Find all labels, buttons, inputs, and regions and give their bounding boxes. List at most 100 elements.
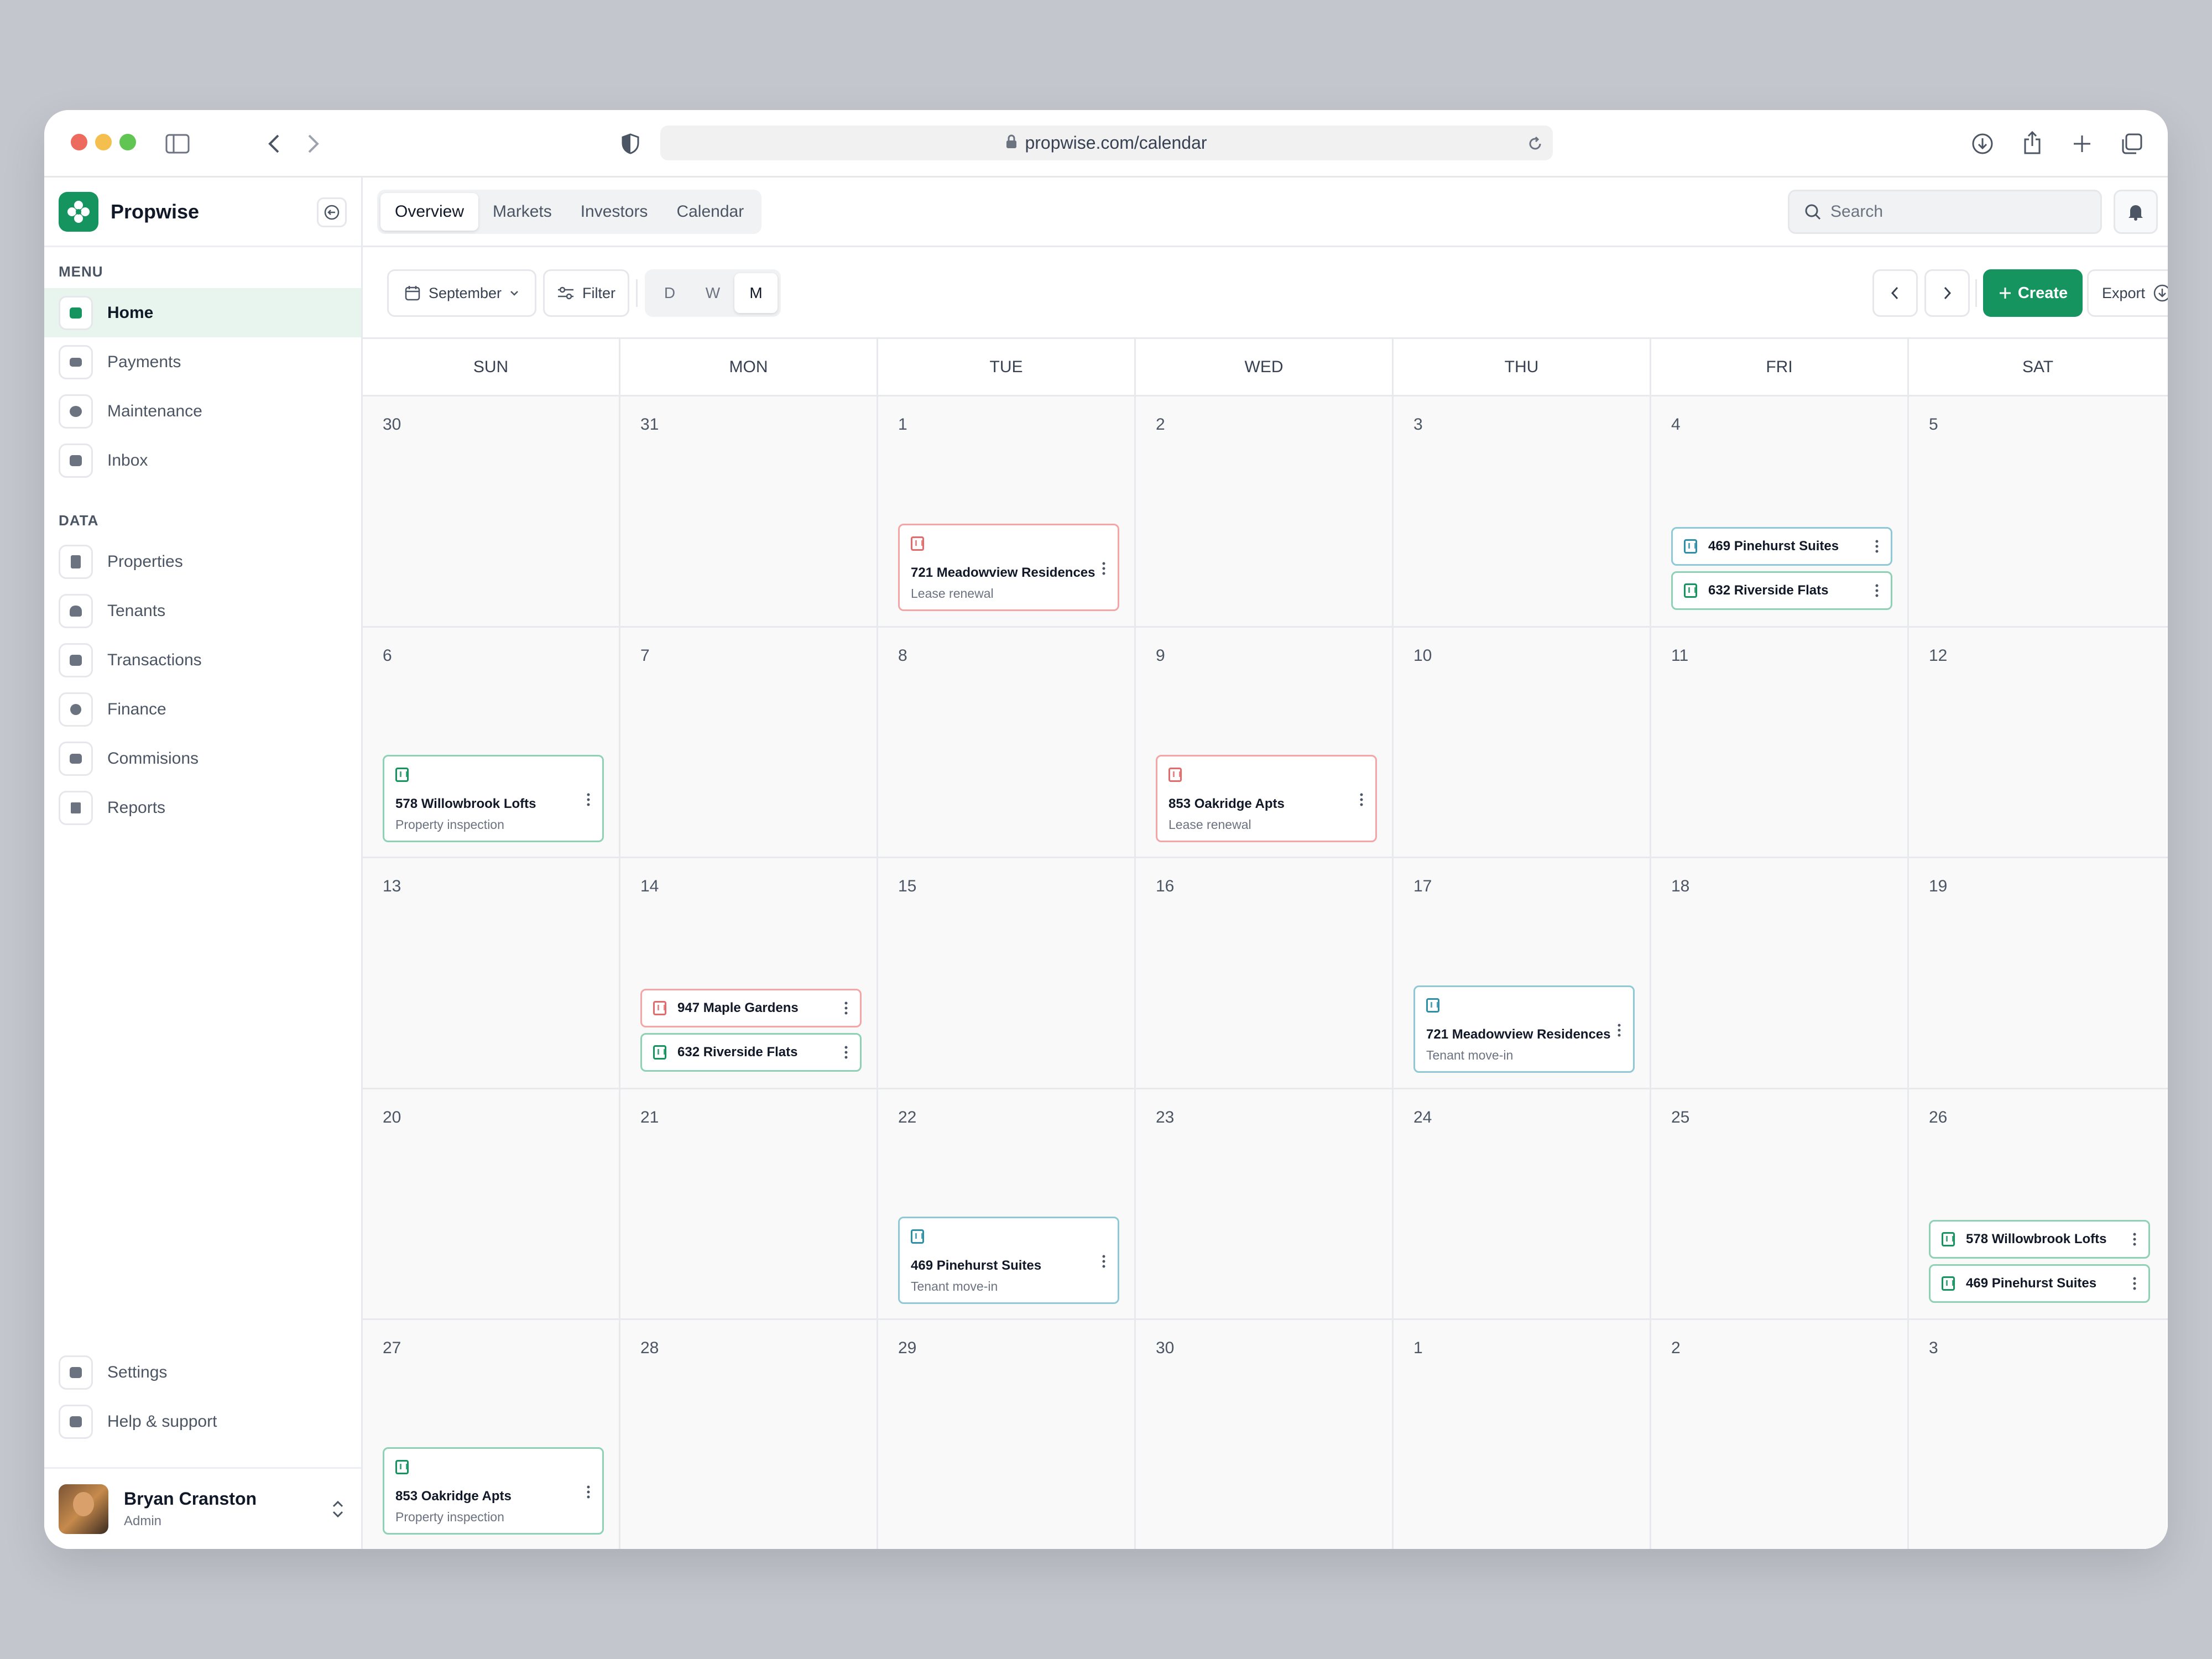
- calendar-day-cell[interactable]: 19: [1909, 858, 2167, 1088]
- collapse-sidebar-button[interactable]: [317, 197, 347, 227]
- export-button[interactable]: Export: [2087, 269, 2168, 317]
- view-day-button[interactable]: D: [648, 273, 691, 313]
- calendar-day-cell[interactable]: 14 947 Maple Gardens 632 Riverside Flats: [620, 858, 878, 1088]
- view-week-button[interactable]: W: [691, 273, 734, 313]
- sidebar-item-properties[interactable]: Properties: [44, 537, 361, 586]
- search-input[interactable]: Search: [1788, 190, 2102, 234]
- filter-button[interactable]: Filter: [543, 269, 629, 317]
- calendar-day-cell[interactable]: 28: [620, 1320, 878, 1549]
- calendar-day-cell[interactable]: 17 721 Meadowview Residences Tenant move-i…: [1394, 858, 1651, 1088]
- more-vertical-icon[interactable]: [844, 1001, 848, 1015]
- next-month-button[interactable]: [1924, 269, 1970, 317]
- calendar-day-cell[interactable]: 23: [1136, 1089, 1394, 1319]
- calendar-day-cell[interactable]: 7: [620, 627, 878, 857]
- more-vertical-icon[interactable]: [844, 1046, 848, 1059]
- event-card[interactable]: 721 Meadowview Residences Lease renewal: [898, 524, 1119, 611]
- calendar-day-cell[interactable]: 10: [1394, 627, 1651, 857]
- sidebar-item-finance[interactable]: Finance: [44, 685, 361, 734]
- sidebar-item-settings[interactable]: Settings: [44, 1348, 361, 1397]
- calendar-day-cell[interactable]: 27 853 Oakridge Apts Property inspection: [363, 1320, 620, 1549]
- month-select[interactable]: September: [387, 269, 536, 317]
- forward-icon[interactable]: [301, 131, 326, 156]
- download-icon[interactable]: [1970, 131, 1995, 156]
- calendar-day-cell[interactable]: 4 469 Pinehurst Suites 632 Riverside Flats: [1651, 397, 1909, 626]
- tab-markets[interactable]: Markets: [478, 193, 566, 231]
- calendar-day-cell[interactable]: 18: [1651, 858, 1909, 1088]
- reload-icon[interactable]: [1527, 135, 1543, 156]
- address-bar[interactable]: propwise.com/calendar: [660, 126, 1553, 160]
- calendar-day-cell[interactable]: 8: [878, 627, 1136, 857]
- event-card[interactable]: 853 Oakridge Apts Property inspection: [383, 1447, 604, 1535]
- view-month-button[interactable]: M: [734, 273, 778, 313]
- more-vertical-icon[interactable]: [1618, 1024, 1621, 1037]
- sidebar-item-inbox[interactable]: Inbox: [44, 436, 361, 485]
- calendar-day-cell[interactable]: 11: [1651, 627, 1909, 857]
- event-card[interactable]: 469 Pinehurst Suites: [1671, 527, 1892, 566]
- calendar-day-cell[interactable]: 26 578 Willowbrook Lofts 469 Pinehurst Sui…: [1909, 1089, 2167, 1319]
- user-profile[interactable]: Bryan Cranston Admin: [44, 1467, 361, 1549]
- calendar-day-cell[interactable]: 24: [1394, 1089, 1651, 1319]
- calendar-day-cell[interactable]: 12: [1909, 627, 2167, 857]
- back-icon[interactable]: [261, 131, 286, 156]
- tab-calendar[interactable]: Calendar: [662, 193, 758, 231]
- calendar-day-cell[interactable]: 9 853 Oakridge Apts Lease renewal: [1136, 627, 1394, 857]
- close-window-button[interactable]: [71, 134, 87, 150]
- calendar-day-cell[interactable]: 6 578 Willowbrook Lofts Property inspectio…: [363, 627, 620, 857]
- calendar-day-cell[interactable]: 5: [1909, 397, 2167, 626]
- tab-overview[interactable]: Overview: [380, 193, 479, 231]
- sidebar-item-commisions[interactable]: Commisions: [44, 734, 361, 783]
- calendar-day-cell[interactable]: 29: [878, 1320, 1136, 1549]
- calendar-day-cell[interactable]: 25: [1651, 1089, 1909, 1319]
- notifications-button[interactable]: [2114, 190, 2158, 234]
- sidebar-item-maintenance[interactable]: Maintenance: [44, 387, 361, 436]
- more-vertical-icon[interactable]: [1102, 562, 1105, 575]
- sidebar-item-payments[interactable]: Payments: [44, 337, 361, 387]
- more-vertical-icon[interactable]: [2133, 1233, 2136, 1246]
- event-card[interactable]: 632 Riverside Flats: [640, 1033, 862, 1072]
- calendar-day-cell[interactable]: 15: [878, 858, 1136, 1088]
- more-vertical-icon[interactable]: [587, 1485, 590, 1499]
- calendar-day-cell[interactable]: 21: [620, 1089, 878, 1319]
- sidebar-item-help[interactable]: Help & support: [44, 1397, 361, 1446]
- calendar-day-cell[interactable]: 22 469 Pinehurst Suites Tenant move-in: [878, 1089, 1136, 1319]
- calendar-day-cell[interactable]: 1: [1394, 1320, 1651, 1549]
- sidebar-item-transactions[interactable]: Transactions: [44, 635, 361, 685]
- event-card[interactable]: 853 Oakridge Apts Lease renewal: [1156, 754, 1377, 842]
- more-vertical-icon[interactable]: [2133, 1277, 2136, 1290]
- calendar-day-cell[interactable]: 13: [363, 858, 620, 1088]
- more-vertical-icon[interactable]: [1875, 584, 1879, 597]
- calendar-day-cell[interactable]: 30: [1136, 1320, 1394, 1549]
- calendar-day-cell[interactable]: 31: [620, 397, 878, 626]
- tab-investors[interactable]: Investors: [566, 193, 662, 231]
- more-vertical-icon[interactable]: [1102, 1255, 1105, 1268]
- sidebar-item-home[interactable]: Home: [44, 288, 361, 337]
- event-card[interactable]: 947 Maple Gardens: [640, 989, 862, 1028]
- calendar-day-cell[interactable]: 16: [1136, 858, 1394, 1088]
- calendar-day-cell[interactable]: 2: [1651, 1320, 1909, 1549]
- share-icon[interactable]: [2020, 129, 2045, 156]
- sidebar-item-tenants[interactable]: Tenants: [44, 586, 361, 635]
- event-card[interactable]: 632 Riverside Flats: [1671, 571, 1892, 610]
- calendar-day-cell[interactable]: 20: [363, 1089, 620, 1319]
- prev-month-button[interactable]: [1872, 269, 1918, 317]
- minimize-window-button[interactable]: [95, 134, 112, 150]
- calendar-day-cell[interactable]: 3: [1394, 397, 1651, 626]
- event-card[interactable]: 469 Pinehurst Suites Tenant move-in: [898, 1216, 1119, 1304]
- more-vertical-icon[interactable]: [587, 793, 590, 806]
- event-card[interactable]: 578 Willowbrook Lofts: [1929, 1219, 2150, 1259]
- more-vertical-icon[interactable]: [1360, 793, 1363, 806]
- new-tab-icon[interactable]: [2069, 131, 2095, 156]
- event-card[interactable]: 469 Pinehurst Suites: [1929, 1264, 2150, 1303]
- maximize-window-button[interactable]: [119, 134, 136, 150]
- create-button[interactable]: Create: [1983, 269, 2083, 317]
- sidebar-toggle-icon[interactable]: [165, 131, 190, 156]
- event-card[interactable]: 578 Willowbrook Lofts Property inspection: [383, 754, 604, 842]
- shield-icon[interactable]: [618, 131, 643, 156]
- tab-overview-icon[interactable]: [2119, 131, 2145, 156]
- sidebar-item-reports[interactable]: Reports: [44, 783, 361, 832]
- more-vertical-icon[interactable]: [1875, 540, 1879, 553]
- calendar-day-cell[interactable]: 1 721 Meadowview Residences Lease renewal: [878, 397, 1136, 626]
- event-card[interactable]: 721 Meadowview Residences Tenant move-in: [1413, 985, 1635, 1073]
- calendar-day-cell[interactable]: 3: [1909, 1320, 2167, 1549]
- chevron-up-down-icon[interactable]: [331, 1499, 345, 1522]
